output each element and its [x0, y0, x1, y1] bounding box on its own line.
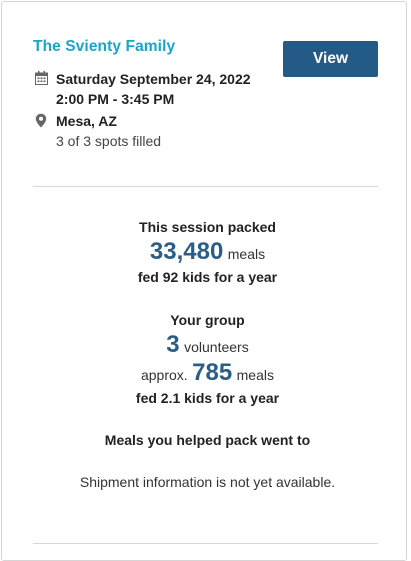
group-heading: Your group	[170, 312, 245, 328]
section-divider	[33, 186, 378, 187]
event-location: Mesa, AZ	[56, 113, 117, 129]
group-volunteers-unit: volunteers	[184, 339, 249, 355]
group-meals: approx. 785 meals	[2, 359, 411, 387]
group-meals-unit: meals	[236, 367, 274, 383]
group-volunteers-value: 3	[166, 331, 180, 358]
session-meals-unit: meals	[227, 246, 266, 262]
date-row: Saturday September 24, 2022 2:00 PM - 3:…	[33, 69, 251, 109]
session-heading: This session packed	[139, 219, 276, 235]
event-card: The Svienty Family View Saturday Septemb…	[1, 1, 407, 561]
group-meals-value: 785	[192, 359, 233, 386]
group-fed-text: fed 2.1 kids for a year	[135, 390, 280, 406]
calendar-icon	[33, 71, 49, 85]
session-meals-value: 33,480	[149, 238, 224, 265]
approx-label: approx.	[140, 367, 188, 383]
session-meals: 33,480 meals	[2, 238, 411, 266]
shipment-status: Shipment information is not yet availabl…	[79, 474, 336, 490]
shipment-heading: Meals you helped pack went to	[104, 432, 311, 448]
event-date: Saturday September 24, 2022	[56, 71, 251, 87]
spots-filled: 3 of 3 spots filled	[56, 133, 162, 149]
location-row: Mesa, AZ 3 of 3 spots filled	[33, 111, 161, 151]
view-button[interactable]: View	[283, 41, 378, 77]
family-title[interactable]: The Svienty Family	[33, 38, 175, 56]
event-time: 2:00 PM - 3:45 PM	[56, 91, 175, 107]
map-pin-icon	[33, 113, 49, 128]
session-fed-text: fed 92 kids for a year	[137, 269, 278, 285]
group-volunteers: 3 volunteers	[2, 331, 411, 359]
